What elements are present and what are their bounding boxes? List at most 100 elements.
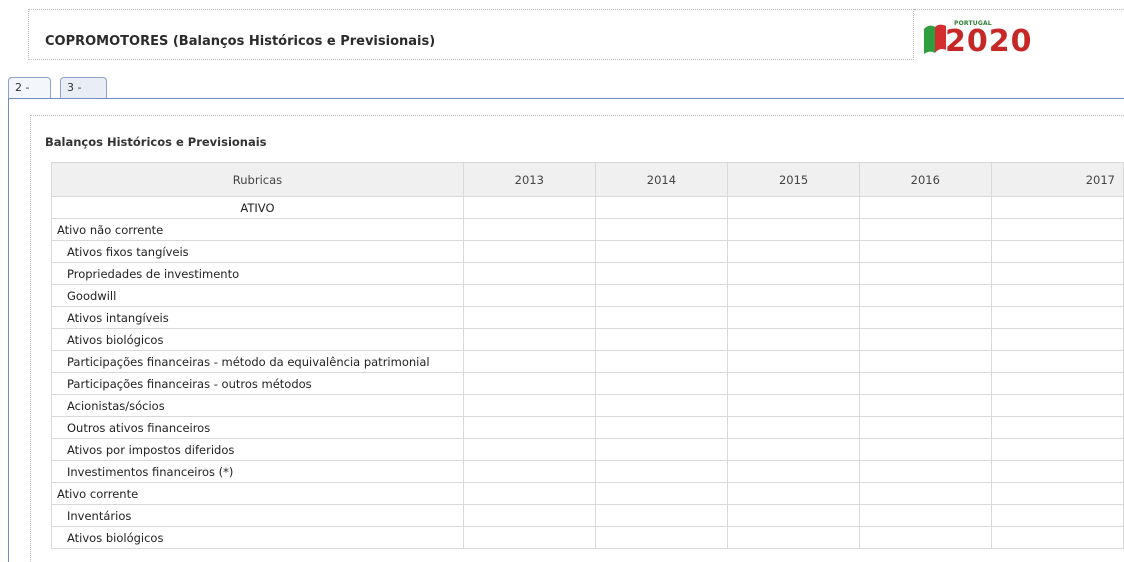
value-cell[interactable] <box>990 504 1124 527</box>
value-cell[interactable] <box>462 284 596 307</box>
value-cell[interactable] <box>727 482 860 505</box>
value-cell[interactable] <box>990 438 1124 461</box>
page-title: COPROMOTORES (Balanços Históricos e Prev… <box>45 34 436 49</box>
value-cell[interactable] <box>727 394 860 417</box>
value-cell[interactable] <box>594 372 729 395</box>
value-cell[interactable] <box>462 240 596 263</box>
row-label: Ativo não corrente <box>51 218 464 241</box>
value-cell[interactable] <box>727 460 860 483</box>
value-cell[interactable] <box>727 416 860 439</box>
value-cell[interactable] <box>594 328 729 351</box>
table-row: Ativos biológicos <box>51 328 1124 351</box>
value-cell[interactable] <box>727 526 860 549</box>
value-cell[interactable] <box>462 416 596 439</box>
value-cell[interactable] <box>990 482 1124 505</box>
value-cell[interactable] <box>727 240 860 263</box>
value-cell[interactable] <box>858 196 992 219</box>
value-cell[interactable] <box>990 328 1124 351</box>
value-cell[interactable] <box>727 284 860 307</box>
value-cell[interactable] <box>858 460 992 483</box>
table-row: Ativos biológicos <box>51 526 1124 549</box>
value-cell[interactable] <box>858 416 992 439</box>
tab-2[interactable]: 2 - <box>8 77 51 99</box>
value-cell[interactable] <box>858 328 992 351</box>
row-label: Ativos por impostos diferidos <box>51 438 464 461</box>
value-cell[interactable] <box>727 504 860 527</box>
value-cell[interactable] <box>594 438 729 461</box>
value-cell[interactable] <box>462 526 596 549</box>
value-cell[interactable] <box>858 284 992 307</box>
column-header-rubricas: Rubricas <box>51 162 464 197</box>
value-cell[interactable] <box>990 416 1124 439</box>
value-cell[interactable] <box>727 350 860 373</box>
value-cell[interactable] <box>858 526 992 549</box>
value-cell[interactable] <box>990 350 1124 373</box>
value-cell[interactable] <box>594 196 729 219</box>
table-row: Propriedades de investimento <box>51 262 1124 285</box>
value-cell[interactable] <box>462 372 596 395</box>
section-title: Balanços Históricos e Previsionais <box>45 135 267 149</box>
value-cell[interactable] <box>462 438 596 461</box>
tab-3[interactable]: 3 - <box>60 77 107 98</box>
value-cell[interactable] <box>594 350 729 373</box>
value-cell[interactable] <box>858 394 992 417</box>
value-cell[interactable] <box>594 218 729 241</box>
row-label: Participações financeiras - outros métod… <box>51 372 464 395</box>
tab-strip-border <box>8 98 1124 99</box>
value-cell[interactable] <box>727 328 860 351</box>
value-cell[interactable] <box>727 306 860 329</box>
value-cell[interactable] <box>727 372 860 395</box>
value-cell[interactable] <box>858 372 992 395</box>
value-cell[interactable] <box>858 262 992 285</box>
value-cell[interactable] <box>462 504 596 527</box>
value-cell[interactable] <box>858 438 992 461</box>
portugal-2020-logo: PORTUGAL 2020 <box>922 20 1042 60</box>
value-cell[interactable] <box>462 394 596 417</box>
value-cell[interactable] <box>462 350 596 373</box>
value-cell[interactable] <box>727 218 860 241</box>
table-row: Outros ativos financeiros <box>51 416 1124 439</box>
logo-year: 2020 <box>945 24 1033 59</box>
value-cell[interactable] <box>462 460 596 483</box>
table-row: Acionistas/sócios <box>51 394 1124 417</box>
value-cell[interactable] <box>990 218 1124 241</box>
value-cell[interactable] <box>727 438 860 461</box>
value-cell[interactable] <box>727 262 860 285</box>
value-cell[interactable] <box>594 284 729 307</box>
value-cell[interactable] <box>858 240 992 263</box>
value-cell[interactable] <box>990 394 1124 417</box>
value-cell[interactable] <box>990 196 1124 219</box>
value-cell[interactable] <box>462 306 596 329</box>
value-cell[interactable] <box>858 218 992 241</box>
value-cell[interactable] <box>990 306 1124 329</box>
value-cell[interactable] <box>858 504 992 527</box>
value-cell[interactable] <box>990 460 1124 483</box>
value-cell[interactable] <box>462 218 596 241</box>
value-cell[interactable] <box>594 460 729 483</box>
value-cell[interactable] <box>990 284 1124 307</box>
value-cell[interactable] <box>594 394 729 417</box>
value-cell[interactable] <box>990 240 1124 263</box>
value-cell[interactable] <box>594 240 729 263</box>
value-cell[interactable] <box>858 350 992 373</box>
value-cell[interactable] <box>594 306 729 329</box>
value-cell[interactable] <box>462 328 596 351</box>
value-cell[interactable] <box>594 482 729 505</box>
value-cell[interactable] <box>727 196 860 219</box>
value-cell[interactable] <box>462 262 596 285</box>
value-cell[interactable] <box>990 526 1124 549</box>
column-header-year: 2016 <box>858 162 992 197</box>
value-cell[interactable] <box>594 262 729 285</box>
value-cell[interactable] <box>858 306 992 329</box>
value-cell[interactable] <box>594 526 729 549</box>
table-row: Investimentos financeiros (*) <box>51 460 1124 483</box>
value-cell[interactable] <box>462 196 596 219</box>
value-cell[interactable] <box>594 504 729 527</box>
value-cell[interactable] <box>990 262 1124 285</box>
value-cell[interactable] <box>858 482 992 505</box>
table-row: Ativo corrente <box>51 482 1124 505</box>
value-cell[interactable] <box>462 482 596 505</box>
value-cell[interactable] <box>990 372 1124 395</box>
balance-table: Rubricas 2013 2014 2015 2016 2017 ATIVO A… <box>51 162 1124 549</box>
value-cell[interactable] <box>594 416 729 439</box>
